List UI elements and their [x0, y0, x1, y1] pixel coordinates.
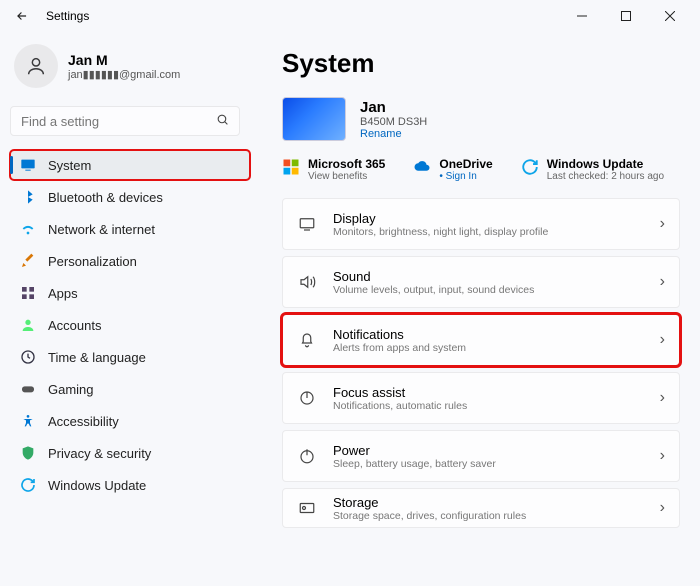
device-row: Jan B450M DS3H Rename: [282, 97, 680, 141]
card-display[interactable]: DisplayMonitors, brightness, night light…: [282, 198, 680, 250]
window-title: Settings: [46, 9, 89, 23]
apps-icon: [20, 285, 36, 301]
nav-item-accounts[interactable]: Accounts: [10, 310, 250, 340]
tile-title: OneDrive: [439, 157, 492, 171]
nav-item-network[interactable]: Network & internet: [10, 214, 250, 244]
card-title: Notifications: [333, 327, 660, 342]
card-title: Power: [333, 443, 660, 458]
nav-item-privacy[interactable]: Privacy & security: [10, 438, 250, 468]
nav-label: Time & language: [48, 350, 146, 365]
card-focus[interactable]: Focus assistNotifications, automatic rul…: [282, 372, 680, 424]
profile-name: Jan M: [68, 52, 180, 68]
nav-label: Accounts: [48, 318, 101, 333]
card-power[interactable]: PowerSleep, battery usage, battery saver…: [282, 430, 680, 482]
card-sub: Storage space, drives, configuration rul…: [333, 510, 660, 522]
back-button[interactable]: [8, 2, 36, 30]
chevron-right-icon: ›: [660, 447, 665, 465]
onedrive-icon: [413, 158, 431, 176]
card-title: Storage: [333, 495, 660, 510]
nav-item-gaming[interactable]: Gaming: [10, 374, 250, 404]
nav-label: Gaming: [48, 382, 94, 397]
system-icon: [20, 157, 36, 173]
bluetooth-icon: [20, 189, 36, 205]
tile-sub: • Sign In: [439, 171, 492, 182]
search-box[interactable]: [10, 106, 240, 136]
chevron-right-icon: ›: [660, 215, 665, 233]
nav-label: Privacy & security: [48, 446, 151, 461]
nav-label: System: [48, 158, 91, 173]
close-button[interactable]: [648, 2, 692, 30]
sidebar: Jan M jan▮▮▮▮▮▮@gmail.com System Bluetoo…: [0, 32, 260, 586]
tile-onedrive[interactable]: OneDrive• Sign In: [413, 157, 492, 182]
microsoft365-icon: [282, 158, 300, 176]
nav-item-accessibility[interactable]: Accessibility: [10, 406, 250, 436]
clock-icon: [20, 349, 36, 365]
card-sub: Alerts from apps and system: [333, 342, 660, 354]
profile[interactable]: Jan M jan▮▮▮▮▮▮@gmail.com: [10, 44, 250, 88]
gaming-icon: [20, 381, 36, 397]
card-title: Focus assist: [333, 385, 660, 400]
tile-microsoft365[interactable]: Microsoft 365View benefits: [282, 157, 385, 182]
search-icon: [216, 113, 229, 129]
card-notifications[interactable]: NotificationsAlerts from apps and system…: [282, 314, 680, 366]
update-icon: [20, 477, 36, 493]
nav-item-time[interactable]: Time & language: [10, 342, 250, 372]
minimize-button[interactable]: [560, 2, 604, 30]
settings-cards: DisplayMonitors, brightness, night light…: [282, 198, 680, 528]
chevron-right-icon: ›: [660, 499, 665, 517]
chevron-right-icon: ›: [660, 389, 665, 407]
card-sub: Volume levels, output, input, sound devi…: [333, 284, 660, 296]
status-tiles: Microsoft 365View benefits OneDrive• Sig…: [282, 157, 680, 182]
card-title: Display: [333, 211, 660, 226]
tile-sub: View benefits: [308, 171, 385, 182]
chevron-right-icon: ›: [660, 331, 665, 349]
bell-icon: [297, 330, 317, 350]
tile-title: Microsoft 365: [308, 157, 385, 171]
nav-label: Windows Update: [48, 478, 146, 493]
accessibility-icon: [20, 413, 36, 429]
nav-label: Personalization: [48, 254, 137, 269]
rename-link[interactable]: Rename: [360, 128, 427, 140]
shield-icon: [20, 445, 36, 461]
tile-windows-update[interactable]: Windows UpdateLast checked: 2 hours ago: [521, 157, 664, 182]
nav-item-personalization[interactable]: Personalization: [10, 246, 250, 276]
wifi-icon: [20, 221, 36, 237]
avatar: [14, 44, 58, 88]
tile-title: Windows Update: [547, 157, 664, 171]
card-sub: Notifications, automatic rules: [333, 400, 660, 412]
brush-icon: [20, 253, 36, 269]
search-input[interactable]: [21, 114, 216, 129]
chevron-right-icon: ›: [660, 273, 665, 291]
nav-item-system[interactable]: System: [10, 150, 250, 180]
nav-label: Apps: [48, 286, 78, 301]
device-model: B450M DS3H: [360, 116, 427, 128]
card-storage[interactable]: StorageStorage space, drives, configurat…: [282, 488, 680, 528]
device-name: Jan: [360, 99, 427, 116]
card-title: Sound: [333, 269, 660, 284]
profile-email: jan▮▮▮▮▮▮@gmail.com: [68, 68, 180, 81]
nav-label: Bluetooth & devices: [48, 190, 163, 205]
tile-sub: Last checked: 2 hours ago: [547, 171, 664, 182]
nav-label: Accessibility: [48, 414, 119, 429]
nav-label: Network & internet: [48, 222, 155, 237]
nav-item-apps[interactable]: Apps: [10, 278, 250, 308]
wallpaper-thumbnail[interactable]: [282, 97, 346, 141]
power-icon: [297, 446, 317, 466]
focus-icon: [297, 388, 317, 408]
page-title: System: [282, 48, 680, 79]
storage-icon: [297, 498, 317, 518]
nav-item-bluetooth[interactable]: Bluetooth & devices: [10, 182, 250, 212]
card-sub: Monitors, brightness, night light, displ…: [333, 226, 660, 238]
maximize-button[interactable]: [604, 2, 648, 30]
display-icon: [297, 214, 317, 234]
update-status-icon: [521, 158, 539, 176]
titlebar: Settings: [0, 0, 700, 32]
sound-icon: [297, 272, 317, 292]
nav-item-update[interactable]: Windows Update: [10, 470, 250, 500]
main-panel: System Jan B450M DS3H Rename Microsoft 3…: [260, 32, 700, 586]
card-sub: Sleep, battery usage, battery saver: [333, 458, 660, 470]
card-sound[interactable]: SoundVolume levels, output, input, sound…: [282, 256, 680, 308]
person-icon: [20, 317, 36, 333]
nav-list: System Bluetooth & devices Network & int…: [10, 150, 250, 500]
